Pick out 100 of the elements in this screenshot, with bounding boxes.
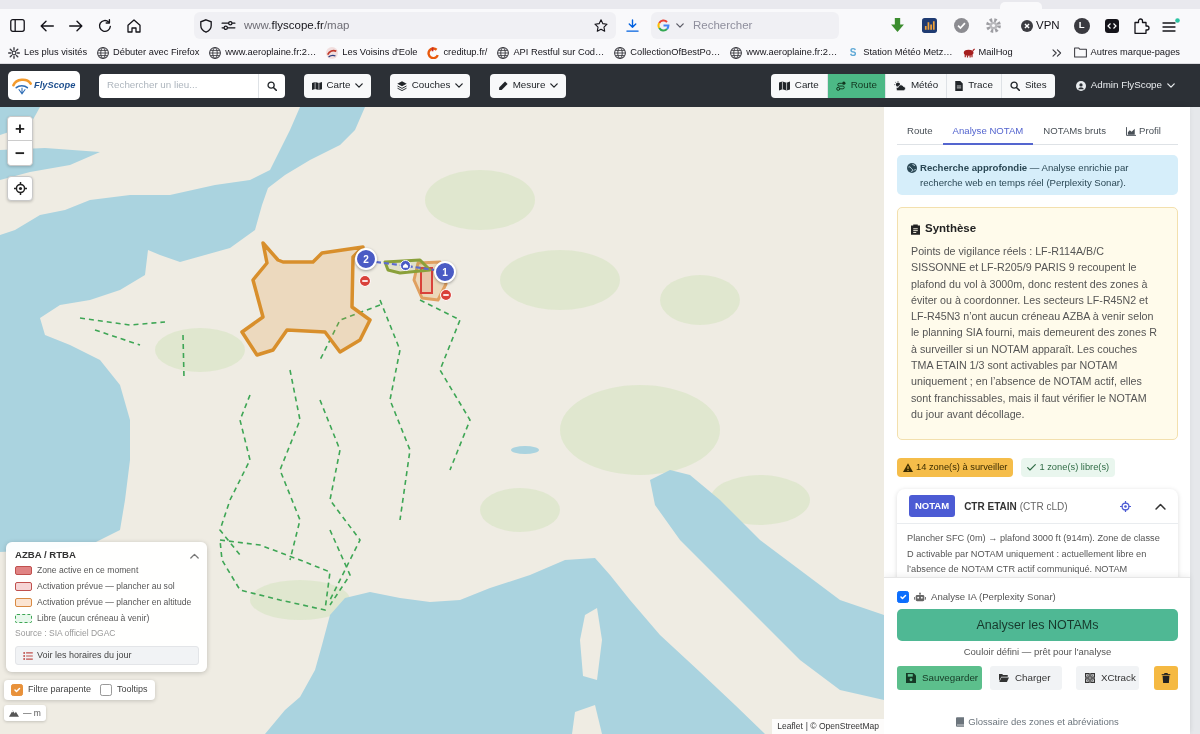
layers-menu-button[interactable]: Couches (390, 73, 470, 98)
panel-tab[interactable]: Route (897, 119, 943, 145)
download-icon[interactable] (625, 19, 639, 32)
island-shape (580, 608, 602, 680)
island-shape (572, 705, 602, 734)
gear-icon (8, 46, 20, 59)
altitude-value: — m (23, 706, 41, 720)
route-view-button[interactable]: Route (827, 73, 886, 98)
panel-tab[interactable]: NOTAMs bruts (1033, 119, 1117, 145)
status-text: Couloir défini — prêt pour l'analyse (962, 645, 1113, 658)
user-menu[interactable]: Admin FlyScope (1075, 78, 1175, 93)
area-chart-icon (1126, 126, 1137, 136)
menu-icon[interactable] (1161, 18, 1180, 33)
zoom-out-button[interactable]: − (8, 141, 32, 165)
locate-button[interactable] (7, 176, 33, 201)
zone-class: (CTR cLD) (1019, 499, 1068, 514)
bookmark-link[interactable]: CollectionOfBestPo… (614, 45, 721, 60)
bookmark-link[interactable]: www.aeroplaine.fr:2… (209, 45, 317, 60)
filter-label: Tooltips (117, 683, 148, 697)
zoom-in-button[interactable]: + (8, 117, 32, 141)
legend-label: Activation prévue — plancher en altitude (37, 595, 192, 609)
watch-count-text: 14 zone(s) à surveiller (916, 460, 1008, 474)
ai-analysis-checkbox[interactable] (897, 591, 909, 603)
caret-icon (550, 83, 559, 88)
analyze-button[interactable]: Analyser les NOTAMs (897, 609, 1178, 641)
measure-menu-button[interactable]: Mesure (490, 73, 566, 98)
forward-arrow-icon[interactable] (68, 19, 83, 32)
user-icon (1075, 80, 1086, 91)
notam-type-label: NOTAM (909, 495, 956, 518)
glossary-link[interactable]: Glossaire des zones et abréviations (956, 715, 1119, 728)
double-chevron-icon[interactable] (1051, 48, 1062, 57)
schedule-button[interactable]: Voir les horaires du jour (15, 646, 199, 665)
map-menu-button[interactable]: Carte (304, 73, 371, 98)
puzzle-icon[interactable] (1133, 17, 1150, 34)
notam-text: Plancher SFC (0m) → plafond 3000 ft (914m). Zone de classe D activable par NOTAM uniquement : actuellement libre en l’absence de NOTAM CTR actif communiqué. NOTAM (906, 532, 1161, 577)
no-entry-icon[interactable] (359, 275, 371, 287)
down-arrow-icon[interactable] (890, 18, 905, 33)
panel-tab[interactable]: Analyse NOTAM (942, 119, 1034, 145)
crosshair-icon[interactable] (1120, 500, 1131, 512)
back-arrow-icon[interactable] (39, 19, 54, 32)
bookmark-link[interactable]: www.aeroplaine.fr:2… (730, 45, 838, 60)
chart-icon[interactable] (922, 18, 937, 33)
info-text: Recherche approfondie — Analyse enrichie par recherche web en temps réel (Perplexity Sonar). (920, 161, 1130, 190)
home-marker-icon[interactable] (400, 260, 411, 271)
arc-logo-icon (427, 46, 440, 59)
check-icon (1027, 464, 1037, 472)
search-button[interactable] (258, 73, 285, 98)
chevron-up-icon[interactable] (1155, 502, 1166, 510)
leaflet-link[interactable]: Leaflet (777, 720, 803, 733)
sites-view-button[interactable]: Sites (1001, 73, 1055, 98)
search-engine-icon[interactable] (657, 19, 670, 32)
panel-tab[interactable]: Profil (1116, 119, 1171, 145)
shield-icon[interactable] (200, 18, 212, 33)
profile-avatar[interactable]: L (1073, 17, 1090, 34)
zone-name: CTR ETAIN (964, 499, 1017, 514)
star-icon[interactable] (594, 19, 608, 32)
search-icon (267, 80, 277, 91)
bookmark-link[interactable]: Les Voisins d'Eole (326, 45, 418, 60)
vpn-button[interactable]: VPN (1021, 16, 1060, 35)
crosshair-icon (13, 182, 27, 195)
bookmark-link[interactable]: API Restful sur Cod… (497, 45, 605, 60)
export-button[interactable]: XCtrack (1076, 666, 1139, 690)
bookmark-link[interactable]: S Station Météo Metz… (847, 45, 953, 60)
address-bar[interactable]: www.flyscope.fr/map (194, 12, 616, 39)
bookmark-link[interactable]: Les plus visités (8, 45, 88, 60)
trace-view-button[interactable]: Trace (947, 73, 1002, 98)
weather-view-button[interactable]: Météo (885, 73, 948, 98)
bookmark-link[interactable]: Débuter avec Firefox (97, 45, 200, 60)
sidebar-icon[interactable] (10, 19, 25, 32)
free-zone-outline (182, 334, 185, 379)
load-button[interactable]: Charger (990, 666, 1062, 690)
free-zone-outline (94, 329, 141, 346)
map-icon (311, 80, 322, 91)
filter-checkbox[interactable] (11, 684, 23, 696)
map-icon (778, 80, 790, 91)
code-icon[interactable] (1104, 18, 1119, 33)
place-search-input[interactable]: Rechercher un lieu... (99, 73, 258, 98)
sliders-icon[interactable] (221, 20, 236, 31)
bookmark-link[interactable]: MailHog (962, 45, 1013, 60)
home-icon[interactable] (126, 18, 141, 33)
synthesis-text: Points de vigilance réels : LF-R114A/B/C SISSONNE et LF-R205/9 PARIS 9 recoupent le plafond du vol à 3000m, donc restent des zones à éviter ou à coordonner. Les secteurs LF-R45N2 et LF-R45N3 n’ont aucun créneau AZBA à venir selon le planning SIA fourni, mais demeurent des zones R à surveiller si un NOTAM apparaît. Les couches TMA ETAIN 1/3 sont activables par NOTAM uniquement ; en l’absence de NOTAM actif, elles sont franchissables, mais il faut vérifier le NOTAM du jour avant décollage. (911, 244, 1158, 422)
check-circle-icon[interactable] (954, 18, 969, 33)
gear-icon[interactable] (986, 18, 1001, 33)
caret-icon[interactable] (676, 23, 684, 28)
book-icon (956, 716, 965, 727)
search-bar[interactable]: Rechercher (651, 12, 839, 39)
globe-icon (614, 46, 627, 59)
no-entry-icon[interactable] (440, 289, 452, 301)
legend-label: Activation prévue — plancher au sol (37, 579, 175, 593)
swatch-icon (15, 613, 32, 623)
reload-icon[interactable] (97, 18, 112, 33)
caret-icon (455, 83, 464, 88)
filter-checkbox[interactable] (100, 684, 113, 696)
bookmarks-folder[interactable]: Autres marque-pages (1073, 45, 1180, 60)
search-input[interactable]: Rechercher (693, 16, 823, 35)
map-view-button[interactable]: Carte (770, 73, 828, 98)
save-button[interactable]: Sauvegarder (897, 666, 982, 690)
app-logo[interactable]: FlyScope (8, 71, 80, 100)
bookmark-link[interactable]: creditup.fr/ (427, 45, 488, 60)
delete-button[interactable] (1154, 666, 1178, 690)
